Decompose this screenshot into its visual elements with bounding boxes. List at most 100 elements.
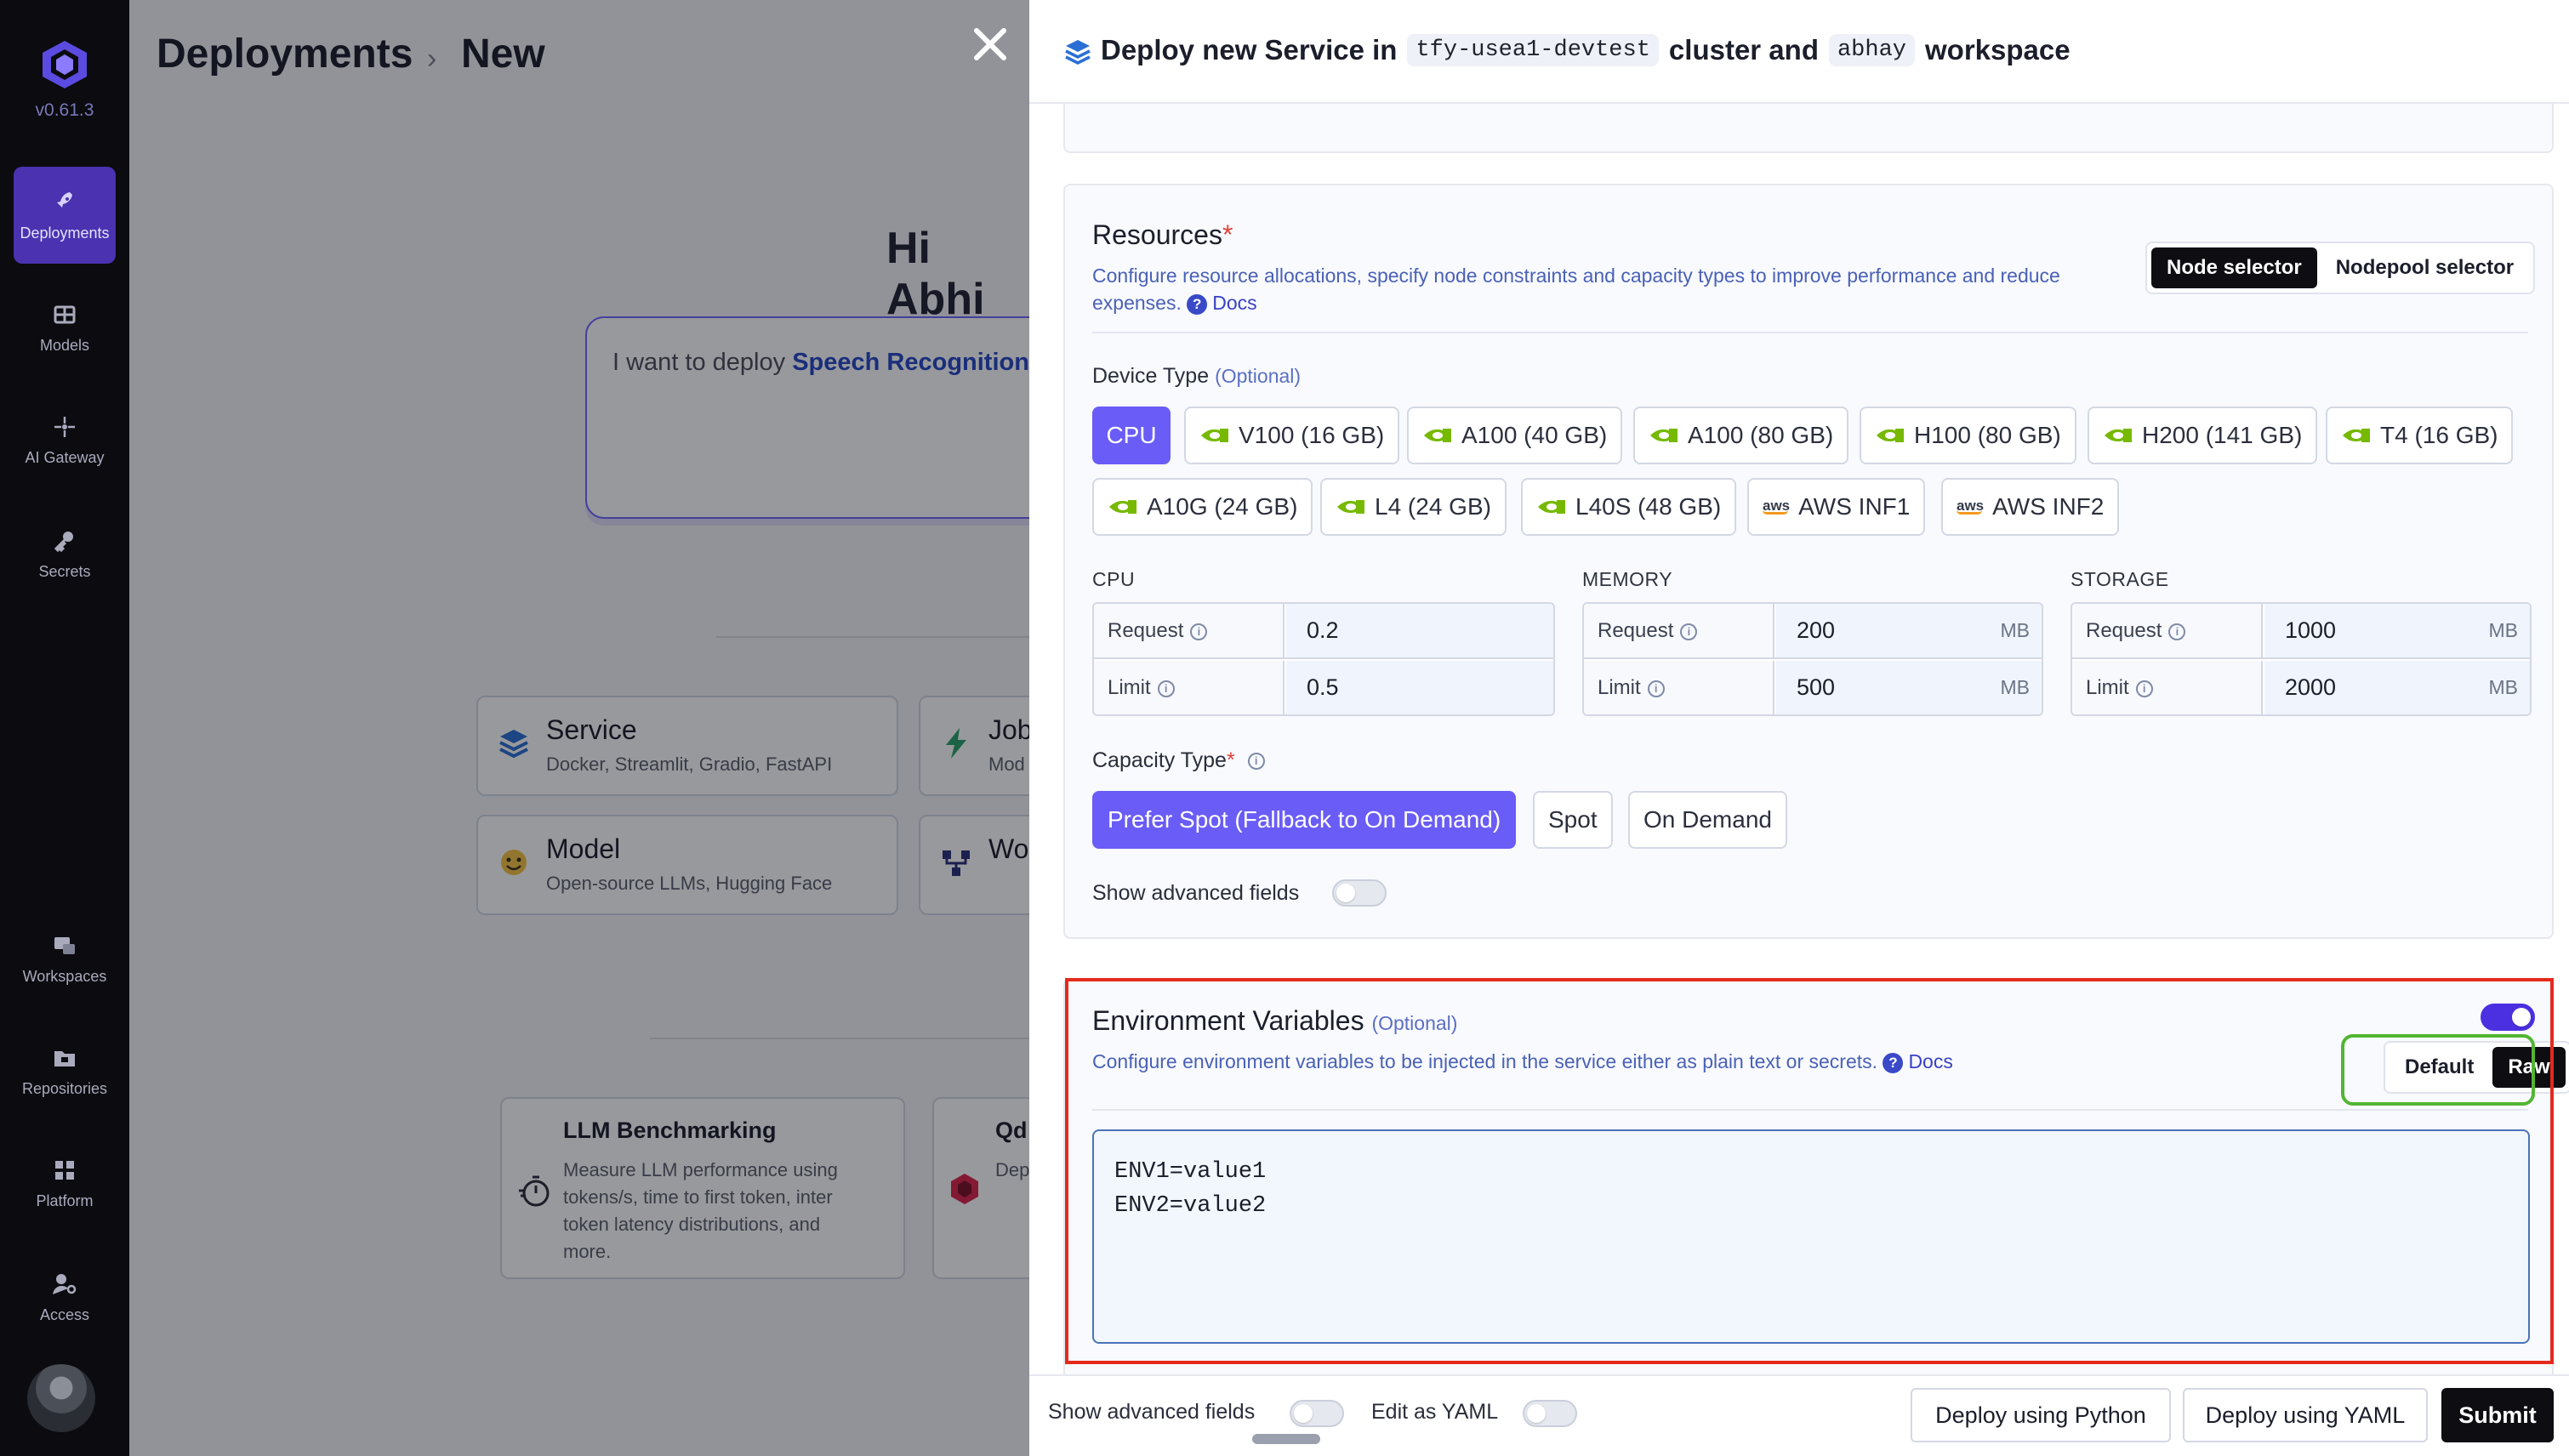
capacity-type-label: Capacity Type* i	[1092, 748, 1265, 773]
nvidia-icon	[1650, 429, 1678, 442]
info-icon: i	[1190, 623, 1208, 640]
user-avatar[interactable]	[27, 1364, 95, 1432]
unit-label: MB	[2000, 676, 2031, 698]
resources-description: Configure resource allocations, specify …	[1092, 264, 2060, 315]
sidebar-item-ai-gateway[interactable]: AI Gateway	[14, 391, 116, 488]
nvidia-icon	[2105, 429, 2132, 442]
deploy-python-button[interactable]: Deploy using Python	[1911, 1388, 2171, 1442]
resources-docs-link[interactable]: Docs	[1212, 292, 1256, 314]
highlight-box-green	[2341, 1034, 2535, 1106]
memory-limit-row: Limit i 500 MB	[1584, 661, 2042, 714]
modal-overlay[interactable]	[129, 0, 1029, 1456]
user-key-icon	[53, 1274, 77, 1294]
sidebar-item-label: Deployments	[20, 225, 110, 242]
close-icon[interactable]	[970, 24, 1011, 65]
sidebar-item-platform[interactable]: Platform	[14, 1135, 116, 1231]
drawer-title-prefix: Deploy new Service in	[1101, 34, 1398, 65]
device-chip-v100[interactable]: V100 (16 GB)	[1184, 407, 1400, 464]
aws-icon: aws	[1957, 497, 1985, 515]
divider	[1092, 332, 2528, 333]
workspace-badge: abhay	[1828, 34, 1915, 66]
device-chip-a100-80[interactable]: A100 (80 GB)	[1633, 407, 1849, 464]
cpu-table: Request i 0.2 Limit i 0.5	[1092, 602, 1555, 716]
device-type-label: Device Type (Optional)	[1092, 364, 1302, 388]
drag-handle[interactable]	[1252, 1434, 1320, 1444]
storage-table: Request i 1000 MB Limit i 2000 MB	[2071, 602, 2532, 716]
selector-toggle: Node selector Nodepool selector	[2145, 242, 2536, 294]
grid-icon	[54, 305, 76, 324]
nodepool-selector-tab[interactable]: Nodepool selector	[2321, 247, 2529, 288]
sidebar-item-deployments[interactable]: Deployments	[14, 167, 116, 264]
limit-label: Limit i	[1094, 661, 1284, 714]
unit-label: MB	[2488, 676, 2519, 698]
rocket-icon	[57, 192, 72, 208]
sidebar-item-label: Models	[39, 337, 90, 354]
submit-button[interactable]: Submit	[2441, 1388, 2554, 1442]
device-chip-t4[interactable]: T4 (16 GB)	[2326, 407, 2514, 464]
device-chip-h200[interactable]: H200 (141 GB)	[2088, 407, 2318, 464]
nvidia-icon	[1201, 429, 1228, 442]
cpu-header: CPU	[1092, 568, 1136, 590]
storage-header: STORAGE	[2071, 568, 2169, 590]
sidebar-item-access[interactable]: Access	[14, 1248, 116, 1345]
memory-request-row: Request i 200 MB	[1584, 604, 2042, 659]
nvidia-icon	[1337, 500, 1364, 514]
storage-limit-row: Limit i 2000 MB	[2072, 661, 2530, 714]
sidebar-item-secrets[interactable]: Secrets	[14, 505, 116, 602]
device-chip-cpu[interactable]: CPU	[1092, 407, 1171, 464]
gateway-icon	[54, 417, 75, 437]
device-chip-aws-inf1[interactable]: aws AWS INF1	[1747, 478, 1926, 536]
capacity-spot[interactable]: Spot	[1533, 791, 1613, 849]
sidebar-item-repositories[interactable]: Repositories	[14, 1022, 116, 1119]
device-chip-l40s[interactable]: L40S (48 GB)	[1521, 478, 1737, 536]
device-chip-a10g[interactable]: A10G (24 GB)	[1092, 478, 1313, 536]
highlight-box-red	[1065, 978, 2554, 1364]
sidebar-item-label: Secrets	[38, 563, 91, 580]
sidebar-item-label: Repositories	[21, 1080, 108, 1097]
cpu-request-input[interactable]: 0.2	[1286, 604, 1553, 657]
device-chip-a100-40[interactable]: A100 (40 GB)	[1407, 407, 1623, 464]
capacity-on-demand[interactable]: On Demand	[1628, 791, 1787, 849]
cluster-badge: tfy-usea1-devtest	[1407, 34, 1659, 66]
truefoundry-logo[interactable]	[37, 37, 92, 92]
device-chip-aws-inf2[interactable]: aws AWS INF2	[1941, 478, 2120, 536]
footer-advanced-toggle[interactable]	[1290, 1400, 1344, 1427]
resources-advanced-toggle[interactable]	[1332, 879, 1387, 907]
memory-request-input[interactable]: 200 MB	[1776, 604, 2042, 657]
info-icon: i	[1647, 680, 1665, 697]
limit-label: Limit i	[2072, 661, 2263, 714]
memory-table: Request i 200 MB Limit i 500 MB	[1582, 602, 2043, 716]
capacity-prefer-spot[interactable]: Prefer Spot (Fallback to On Demand)	[1092, 791, 1517, 849]
info-icon: i	[1247, 753, 1265, 771]
deploy-yaml-button[interactable]: Deploy using YAML	[2183, 1388, 2428, 1442]
nvidia-icon	[1109, 500, 1136, 514]
node-selector-tab[interactable]: Node selector	[2151, 247, 2317, 288]
info-icon: i	[1157, 680, 1175, 697]
sidebar-item-label: Platform	[36, 1192, 94, 1209]
storage-request-input[interactable]: 1000 MB	[2264, 604, 2530, 657]
drawer-title-cluster-suffix: cluster and	[1668, 34, 1819, 65]
nvidia-icon	[1538, 500, 1565, 514]
sidebar-item-workspaces[interactable]: Workspaces	[14, 910, 116, 1007]
device-chip-h100[interactable]: H100 (80 GB)	[1860, 407, 2076, 464]
sidebar-item-models[interactable]: Models	[14, 279, 116, 376]
cpu-request-row: Request i 0.2	[1094, 604, 1553, 659]
workspaces-icon	[54, 937, 75, 954]
sidebar-item-label: Workspaces	[22, 968, 107, 985]
drawer-title-workspace-suffix: workspace	[1925, 34, 2071, 65]
aws-icon: aws	[1763, 497, 1791, 515]
sidebar: v0.61.3 Deployments Models AI Gateway Se…	[0, 0, 129, 1456]
storage-limit-input[interactable]: 2000 MB	[2264, 661, 2530, 714]
memory-limit-input[interactable]: 500 MB	[1776, 661, 2042, 714]
show-advanced-label: Show advanced fields	[1092, 881, 1300, 905]
cpu-limit-input[interactable]: 0.5	[1286, 661, 1553, 714]
footer-advanced-label: Show advanced fields	[1048, 1400, 1256, 1424]
unit-label: MB	[2488, 619, 2519, 641]
edit-yaml-toggle[interactable]	[1523, 1400, 1577, 1427]
device-chip-l4[interactable]: L4 (24 GB)	[1320, 478, 1507, 536]
info-icon: i	[2135, 680, 2153, 697]
drawer-header: Deploy new Service in tfy-usea1-devtest …	[1029, 0, 2569, 104]
drawer-title: Deploy new Service in tfy-usea1-devtest …	[1101, 34, 2071, 66]
sidebar-item-label: AI Gateway	[25, 449, 105, 466]
storage-request-row: Request i 1000 MB	[2072, 604, 2530, 659]
